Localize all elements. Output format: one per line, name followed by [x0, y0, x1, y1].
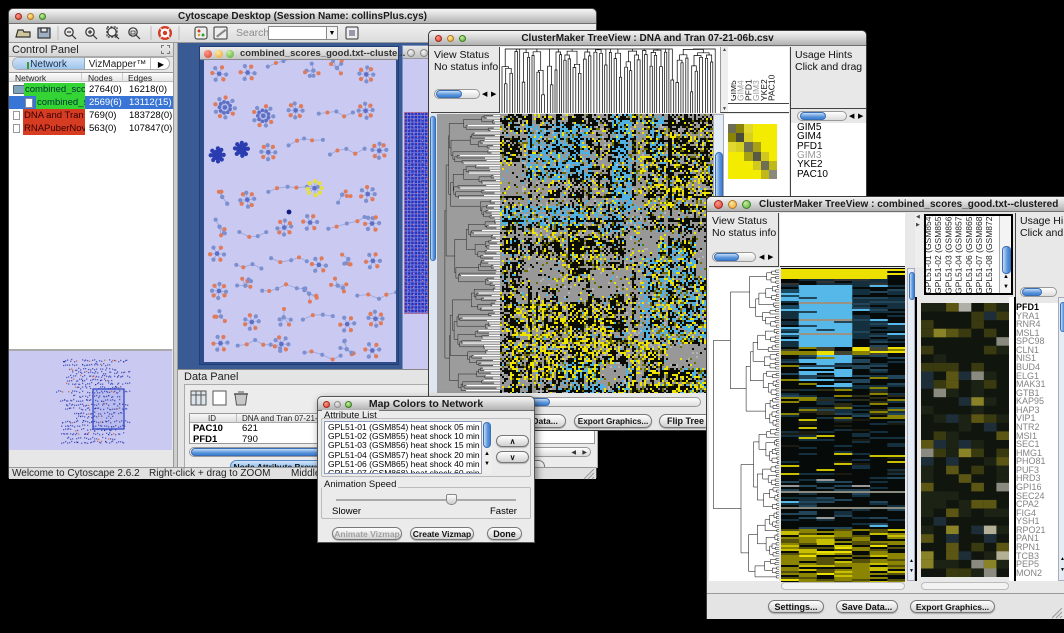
- svg-text:GPL51-08 (GSM872): GPL51-08 (GSM872): [984, 216, 994, 294]
- svg-text:PAC10: PAC10: [767, 74, 777, 101]
- svg-text:GPL51-02 (GSM855): GPL51-02 (GSM855): [933, 216, 943, 294]
- svg-text:GPL51-07 (GSM868): GPL51-07 (GSM868): [974, 216, 984, 294]
- svg-text:GPL51-03 (GSM856): GPL51-03 (GSM856): [943, 216, 953, 294]
- svg-text:GPL51-04 (GSM857): GPL51-04 (GSM857): [954, 216, 964, 294]
- svg-text:GPL51-06 (GSM865): GPL51-06 (GSM865): [964, 216, 974, 294]
- svg-text:GPL51-01 (GSM854): GPL51-01 (GSM854): [926, 216, 933, 294]
